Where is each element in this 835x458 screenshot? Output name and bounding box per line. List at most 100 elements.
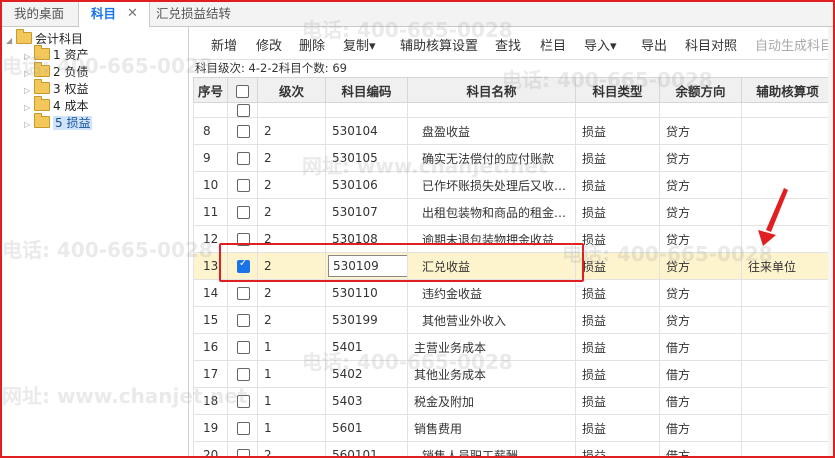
cell-code[interactable]: 5402: [325, 360, 408, 388]
cell-level[interactable]: 2: [257, 306, 326, 334]
cell-direction[interactable]: 借方: [659, 387, 742, 415]
cell-level[interactable]: 2: [257, 252, 326, 280]
table-row[interactable]: 13 2530109汇兑收益损益贷方往来单位: [193, 252, 833, 280]
cell-type[interactable]: 损益: [575, 441, 660, 456]
cell-level[interactable]: 2: [257, 279, 326, 307]
cell-name[interactable]: 已作坏账损失处理后又收…: [407, 171, 576, 199]
cell-name[interactable]: 税金及附加: [407, 387, 576, 415]
checkbox[interactable]: [237, 152, 250, 165]
cell-check[interactable]: [227, 171, 258, 199]
cell-level[interactable]: 1: [257, 333, 326, 361]
cell-code[interactable]: 530108: [325, 225, 408, 253]
cell-check[interactable]: [227, 306, 258, 334]
table-row[interactable]: 10 2 530106 已作坏账损失处理后又收… 损益 贷方: [193, 171, 833, 199]
cell-level[interactable]: 2: [257, 144, 326, 172]
checkbox[interactable]: [237, 368, 250, 381]
scrollbar[interactable]: [828, 27, 833, 456]
table-row[interactable]: 9 2 530105 确实无法偿付的应付账款 损益 贷方: [193, 144, 833, 172]
table-row[interactable]: 12 2 530108 逾期未退包装物押金收益 损益 贷方: [193, 225, 833, 253]
cell-seq[interactable]: 17: [193, 360, 228, 388]
checkbox[interactable]: [237, 258, 250, 273]
cell-seq[interactable]: 13: [193, 252, 228, 280]
checkbox[interactable]: [237, 314, 250, 327]
table-row[interactable]: 15 2 530199 其他营业外收入 损益 贷方: [193, 306, 833, 334]
cell-name[interactable]: 其他业务成本: [407, 360, 576, 388]
cell-name[interactable]: 销售费用: [407, 414, 576, 442]
header-direction[interactable]: 余额方向: [659, 77, 742, 103]
cell-type[interactable]: 损益: [575, 117, 660, 145]
cell-name[interactable]: 其他营业外收入: [407, 306, 576, 334]
cell-name[interactable]: 逾期未退包装物押金收益: [407, 225, 576, 253]
table-row[interactable]: 17 1 5402 其他业务成本 损益 借方: [193, 360, 833, 388]
checkbox[interactable]: [237, 449, 250, 456]
code-editor-input[interactable]: 530109: [328, 255, 407, 277]
cell-code[interactable]: 530109: [325, 252, 408, 280]
cell-level[interactable]: 1: [257, 414, 326, 442]
cell-level[interactable]: 1: [257, 387, 326, 415]
cell-type[interactable]: 损益: [575, 225, 660, 253]
columns-button[interactable]: 栏目: [540, 35, 566, 54]
cell-code[interactable]: 530107: [325, 198, 408, 226]
tree-item-equity[interactable]: ▷ 3 权益: [24, 79, 88, 97]
cell-seq[interactable]: 8: [193, 117, 228, 145]
table-row[interactable]: 11 2 530107 出租包装物和商品的租金… 损益 贷方: [193, 198, 833, 226]
checkbox[interactable]: [237, 341, 250, 354]
cell-level[interactable]: 2: [257, 225, 326, 253]
cell-direction[interactable]: 贷方: [659, 198, 742, 226]
export-button[interactable]: 导出: [641, 35, 667, 54]
header-name[interactable]: 科目名称: [407, 77, 576, 103]
aux-settings-button[interactable]: 辅助核算设置: [400, 35, 478, 54]
expand-arrow-icon[interactable]: ▷: [24, 100, 34, 116]
cell-seq[interactable]: 20: [193, 441, 228, 456]
cell-name[interactable]: [407, 102, 576, 118]
cell-type[interactable]: 损益: [575, 252, 660, 280]
cell-type[interactable]: 损益: [575, 414, 660, 442]
cell-aux[interactable]: [741, 414, 833, 442]
cell-code[interactable]: 530199: [325, 306, 408, 334]
cell-direction[interactable]: 借方: [659, 414, 742, 442]
cell-aux[interactable]: [741, 441, 833, 456]
tab-accounts[interactable]: 科目 ✕: [78, 2, 150, 27]
cell-level[interactable]: 2: [257, 171, 326, 199]
tree-item-liabilities[interactable]: ▷ 2 负债: [24, 62, 88, 82]
cell-type[interactable]: 损益: [575, 198, 660, 226]
cell-aux[interactable]: [741, 360, 833, 388]
cell-seq[interactable]: 9: [193, 144, 228, 172]
cell-type[interactable]: 损益: [575, 306, 660, 334]
cell-aux[interactable]: [741, 279, 833, 307]
header-code[interactable]: 科目编码: [325, 77, 408, 103]
cell-seq[interactable]: 15: [193, 306, 228, 334]
cell-check[interactable]: [227, 414, 258, 442]
delete-button[interactable]: 删除: [299, 35, 325, 54]
cell-type[interactable]: 损益: [575, 360, 660, 388]
cell-check[interactable]: [227, 441, 258, 456]
cell-type[interactable]: 损益: [575, 333, 660, 361]
cell-direction[interactable]: 贷方: [659, 252, 742, 280]
checkbox[interactable]: [237, 125, 250, 138]
cell-code[interactable]: 530105: [325, 144, 408, 172]
import-button[interactable]: 导入▾: [584, 35, 617, 54]
cell-code[interactable]: 5401: [325, 333, 408, 361]
table-row[interactable]: 18 1 5403 税金及附加 损益 借方: [193, 387, 833, 415]
cell-check[interactable]: [227, 117, 258, 145]
cell-type[interactable]: 损益: [575, 279, 660, 307]
table-row[interactable]: 16 1 5401 主营业务成本 损益 借方: [193, 333, 833, 361]
tree-root[interactable]: ◢ 会计科目: [6, 29, 83, 47]
cell-name[interactable]: 汇兑收益: [407, 252, 576, 280]
cell-code[interactable]: 530104: [325, 117, 408, 145]
tree-item-profit-loss[interactable]: ▷ 5 损益: [24, 113, 93, 131]
expand-arrow-icon[interactable]: ▷: [24, 66, 34, 82]
tab-desktop[interactable]: 我的桌面: [2, 2, 76, 26]
cell-seq[interactable]: 10: [193, 171, 228, 199]
cell-code[interactable]: 530106: [325, 171, 408, 199]
cell-level[interactable]: 2: [257, 198, 326, 226]
cell-direction[interactable]: 贷方: [659, 225, 742, 253]
copy-button[interactable]: 复制▾: [343, 35, 376, 54]
cell-direction[interactable]: 贷方: [659, 279, 742, 307]
cell-level[interactable]: 2: [257, 441, 326, 456]
cell-check[interactable]: [227, 387, 258, 415]
cell-check[interactable]: [227, 279, 258, 307]
cell-check[interactable]: [227, 333, 258, 361]
cell-code[interactable]: 5601: [325, 414, 408, 442]
find-button[interactable]: 查找: [495, 35, 521, 54]
